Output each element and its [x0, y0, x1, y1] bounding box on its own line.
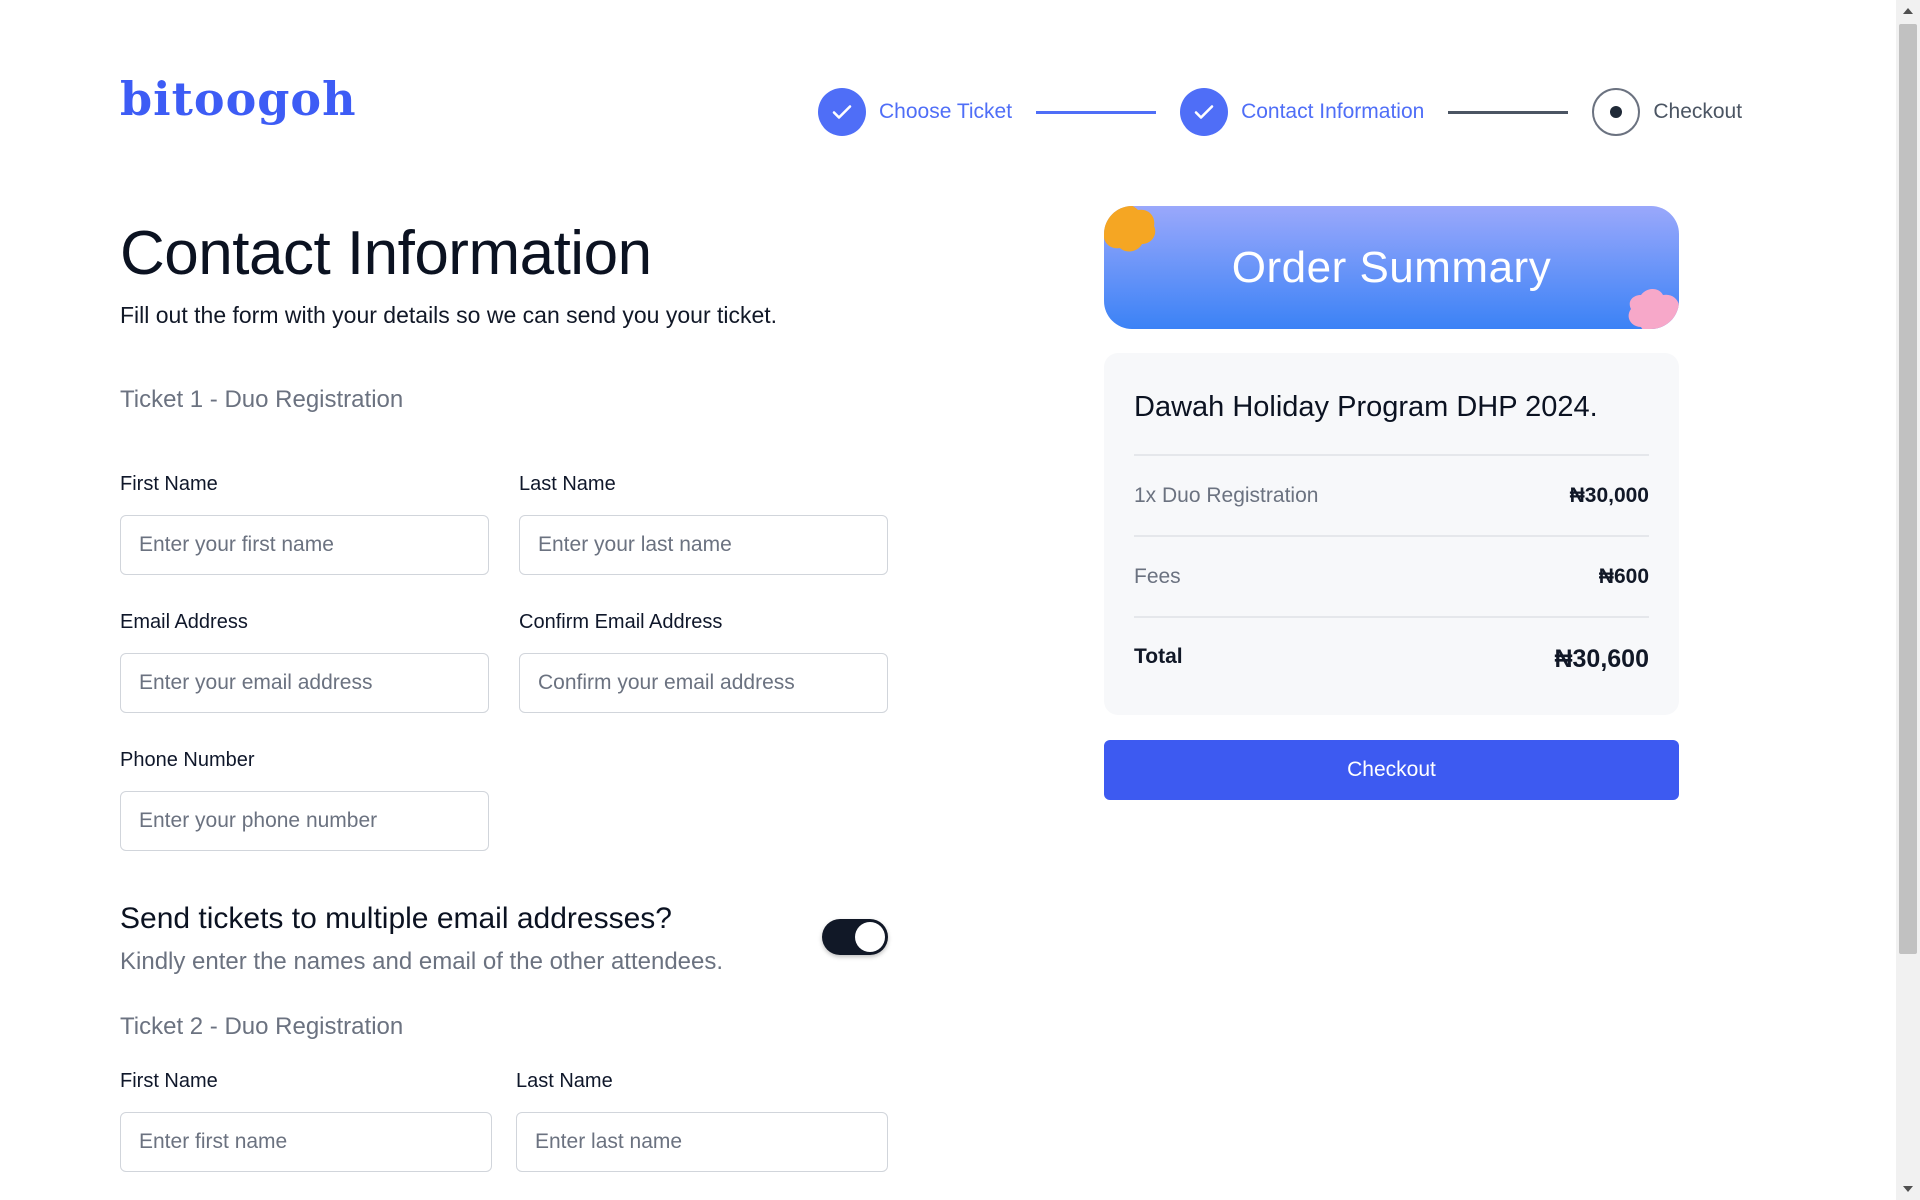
scroll-up-arrow-icon[interactable]	[1903, 8, 1913, 14]
event-name: Dawah Holiday Program DHP 2024.	[1134, 391, 1598, 423]
first-name-input[interactable]	[120, 515, 489, 575]
ticket-2-last-name-label: Last Name	[516, 1070, 613, 1092]
ticket-1-title: Ticket 1 - Duo Registration	[120, 386, 404, 413]
line-item-label: 1x Duo Registration	[1134, 484, 1319, 507]
email-label: Email Address	[120, 611, 248, 633]
total-value: ₦30,600	[1554, 645, 1649, 673]
step-label: Choose Ticket	[879, 100, 1013, 123]
first-name-label: First Name	[120, 473, 218, 495]
brand-logo[interactable]: bitoogoh	[120, 72, 357, 126]
toggle-knob	[855, 922, 885, 952]
orange-blob-decoration	[1104, 206, 1156, 252]
divider	[1134, 535, 1649, 537]
vertical-scrollbar[interactable]	[1896, 0, 1920, 1200]
total-label: Total	[1134, 645, 1183, 668]
order-summary-card: Dawah Holiday Program DHP 2024. 1x Duo R…	[1104, 353, 1679, 715]
fees-label: Fees	[1134, 565, 1181, 588]
step-connector	[1448, 110, 1569, 114]
checkout-stepper: Choose Ticket Contact Information Checko…	[818, 88, 1742, 136]
order-summary-title: Order Summary	[1231, 242, 1552, 292]
confirm-email-input[interactable]	[519, 653, 888, 713]
multiple-emails-title: Send tickets to multiple email addresses…	[120, 902, 672, 935]
phone-input[interactable]	[120, 791, 489, 851]
last-name-label: Last Name	[519, 473, 616, 495]
pink-blob-decoration	[1628, 289, 1679, 329]
page: bitoogoh Choose Ticket Contact Informati…	[0, 0, 1896, 1200]
phone-label: Phone Number	[120, 749, 255, 771]
ticket-2-title: Ticket 2 - Duo Registration	[120, 1013, 404, 1040]
divider	[1134, 454, 1649, 456]
multiple-emails-toggle[interactable]	[822, 919, 888, 955]
scrollbar-thumb[interactable]	[1899, 24, 1917, 954]
step-label: Checkout	[1653, 100, 1743, 123]
step-checkout[interactable]: Checkout	[1592, 88, 1742, 136]
checkout-button[interactable]: Checkout	[1104, 740, 1679, 800]
step-choose-ticket[interactable]: Choose Ticket	[818, 88, 1012, 136]
multiple-emails-subtitle: Kindly enter the names and email of the …	[120, 948, 724, 975]
order-summary-banner: Order Summary	[1104, 206, 1679, 329]
scroll-down-arrow-icon[interactable]	[1903, 1186, 1913, 1192]
page-subtitle: Fill out the form with your details so w…	[120, 302, 778, 328]
fees-value: ₦600	[1598, 565, 1649, 588]
ticket-2-first-name-input[interactable]	[120, 1112, 492, 1172]
page-title: Contact Information	[120, 219, 652, 288]
divider	[1134, 616, 1649, 618]
line-item-price: ₦30,000	[1569, 484, 1649, 507]
ticket-2-first-name-label: First Name	[120, 1070, 218, 1092]
step-label: Contact Information	[1241, 100, 1425, 123]
last-name-input[interactable]	[519, 515, 888, 575]
confirm-email-label: Confirm Email Address	[519, 611, 723, 633]
email-input[interactable]	[120, 653, 489, 713]
check-icon	[818, 88, 866, 136]
step-contact-information[interactable]: Contact Information	[1180, 88, 1424, 136]
ticket-2-last-name-input[interactable]	[516, 1112, 888, 1172]
check-icon	[1180, 88, 1229, 136]
step-connector	[1036, 110, 1157, 114]
dot-icon	[1592, 88, 1641, 136]
